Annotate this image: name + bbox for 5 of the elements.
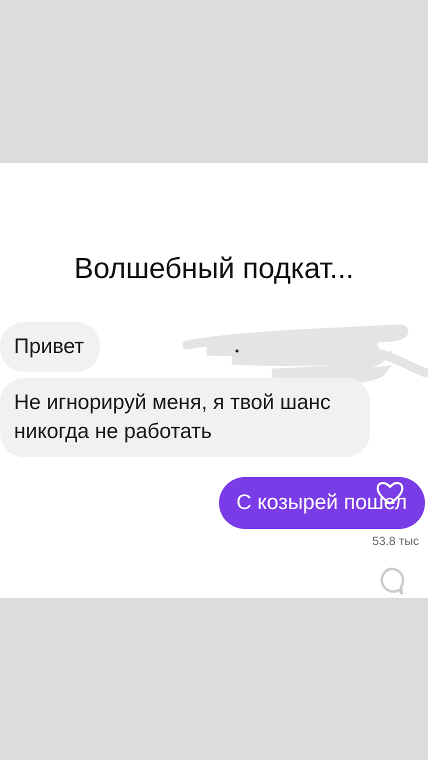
message-bubble: С козырей пошел bbox=[219, 477, 425, 529]
message-bubble: Не игнорируй меня, я твой шанс никогда не работать bbox=[0, 378, 370, 457]
like-count: 53.8 тыс bbox=[372, 534, 419, 548]
title: Волшебный подкат... bbox=[73, 253, 355, 286]
message-bubble: Привет bbox=[0, 322, 100, 372]
